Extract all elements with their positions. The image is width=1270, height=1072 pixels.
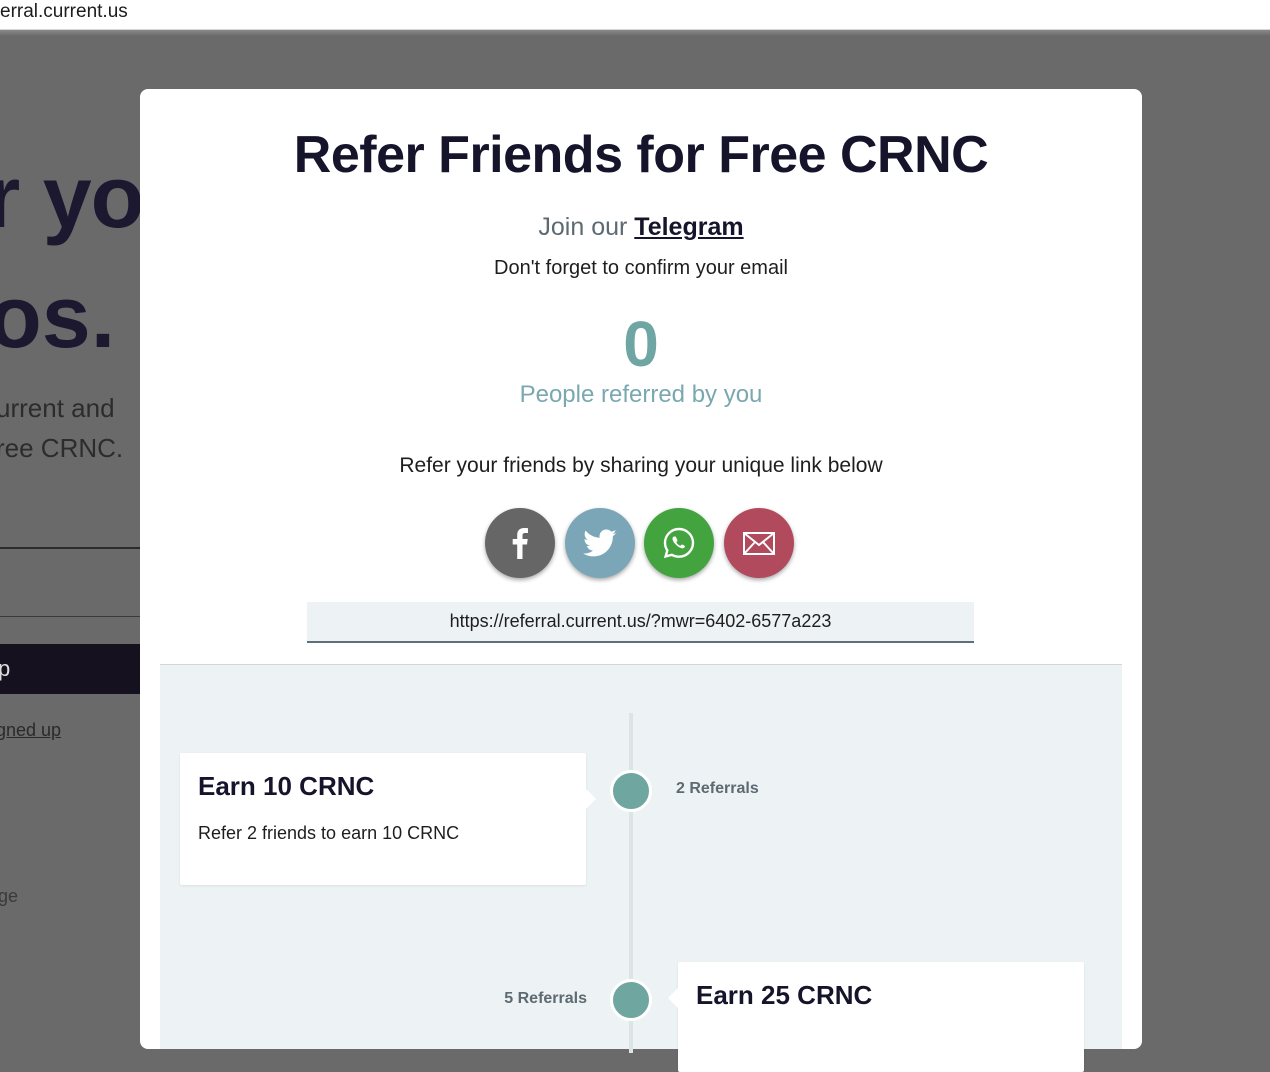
browser-address-bar[interactable]: erral.current.us — [0, 0, 1270, 30]
background-input-underline — [0, 547, 140, 549]
referred-count-label: People referred by you — [519, 381, 763, 408]
facebook-icon — [512, 528, 528, 559]
share-prompt: Refer your friends by sharing your uniqu… — [399, 454, 883, 477]
reward-referrals-label: 5 Referrals — [504, 990, 587, 1007]
reward-title: Earn 10 CRNC — [198, 771, 375, 801]
background-paragraph-line1: urrent and — [0, 393, 115, 423]
rewards-timeline: Earn 10 CRNC Refer 2 friends to earn 10 … — [160, 665, 1122, 1072]
background-footer-text: ge — [0, 886, 19, 906]
background-headline-line1: r yo — [0, 147, 140, 246]
twitter-share-button[interactable] — [565, 508, 635, 578]
telegram-line: Join our Telegram — [140, 213, 1142, 242]
browser-shadow — [0, 30, 1270, 36]
telegram-link[interactable]: Telegram — [634, 213, 743, 241]
timeline-dot — [610, 770, 652, 812]
reward-description: Refer 2 friends to earn 10 CRNC — [198, 823, 460, 843]
whatsapp-share-button[interactable] — [644, 508, 714, 578]
background-signed-up-link: gned up — [0, 720, 62, 740]
reward-title: Earn 25 CRNC — [696, 980, 873, 1010]
reward-card: Earn 10 CRNC Refer 2 friends to earn 10 … — [180, 753, 596, 885]
telegram-prefix: Join our — [538, 213, 628, 241]
facebook-share-button[interactable] — [485, 508, 555, 578]
reward-referrals-label: 2 Referrals — [676, 780, 759, 797]
whatsapp-icon — [663, 527, 695, 559]
email-share-button[interactable] — [724, 508, 794, 578]
referral-link-field[interactable] — [307, 602, 974, 643]
referred-count: 0 — [623, 308, 659, 380]
background-paragraph-line2: ree CRNC. — [0, 433, 124, 463]
reward-card: Earn 25 CRNC — [668, 962, 1084, 1072]
background-signup-label: p — [0, 656, 11, 681]
twitter-icon — [583, 529, 617, 557]
timeline-dot — [610, 979, 652, 1021]
confirm-email-notice: Don't forget to confirm your email — [494, 257, 788, 279]
email-icon — [743, 532, 775, 555]
background-divider — [0, 616, 140, 617]
background-page: r yo os. urrent and ree CRNC. p gned up … — [0, 36, 140, 1024]
referral-modal: Refer Friends for Free CRNC Join our Tel… — [140, 89, 1142, 1072]
background-headline-line2: os. — [0, 267, 116, 366]
url-text[interactable]: erral.current.us — [0, 1, 128, 23]
background-signup-button: p — [0, 644, 140, 694]
modal-title: Refer Friends for Free CRNC — [293, 126, 989, 184]
